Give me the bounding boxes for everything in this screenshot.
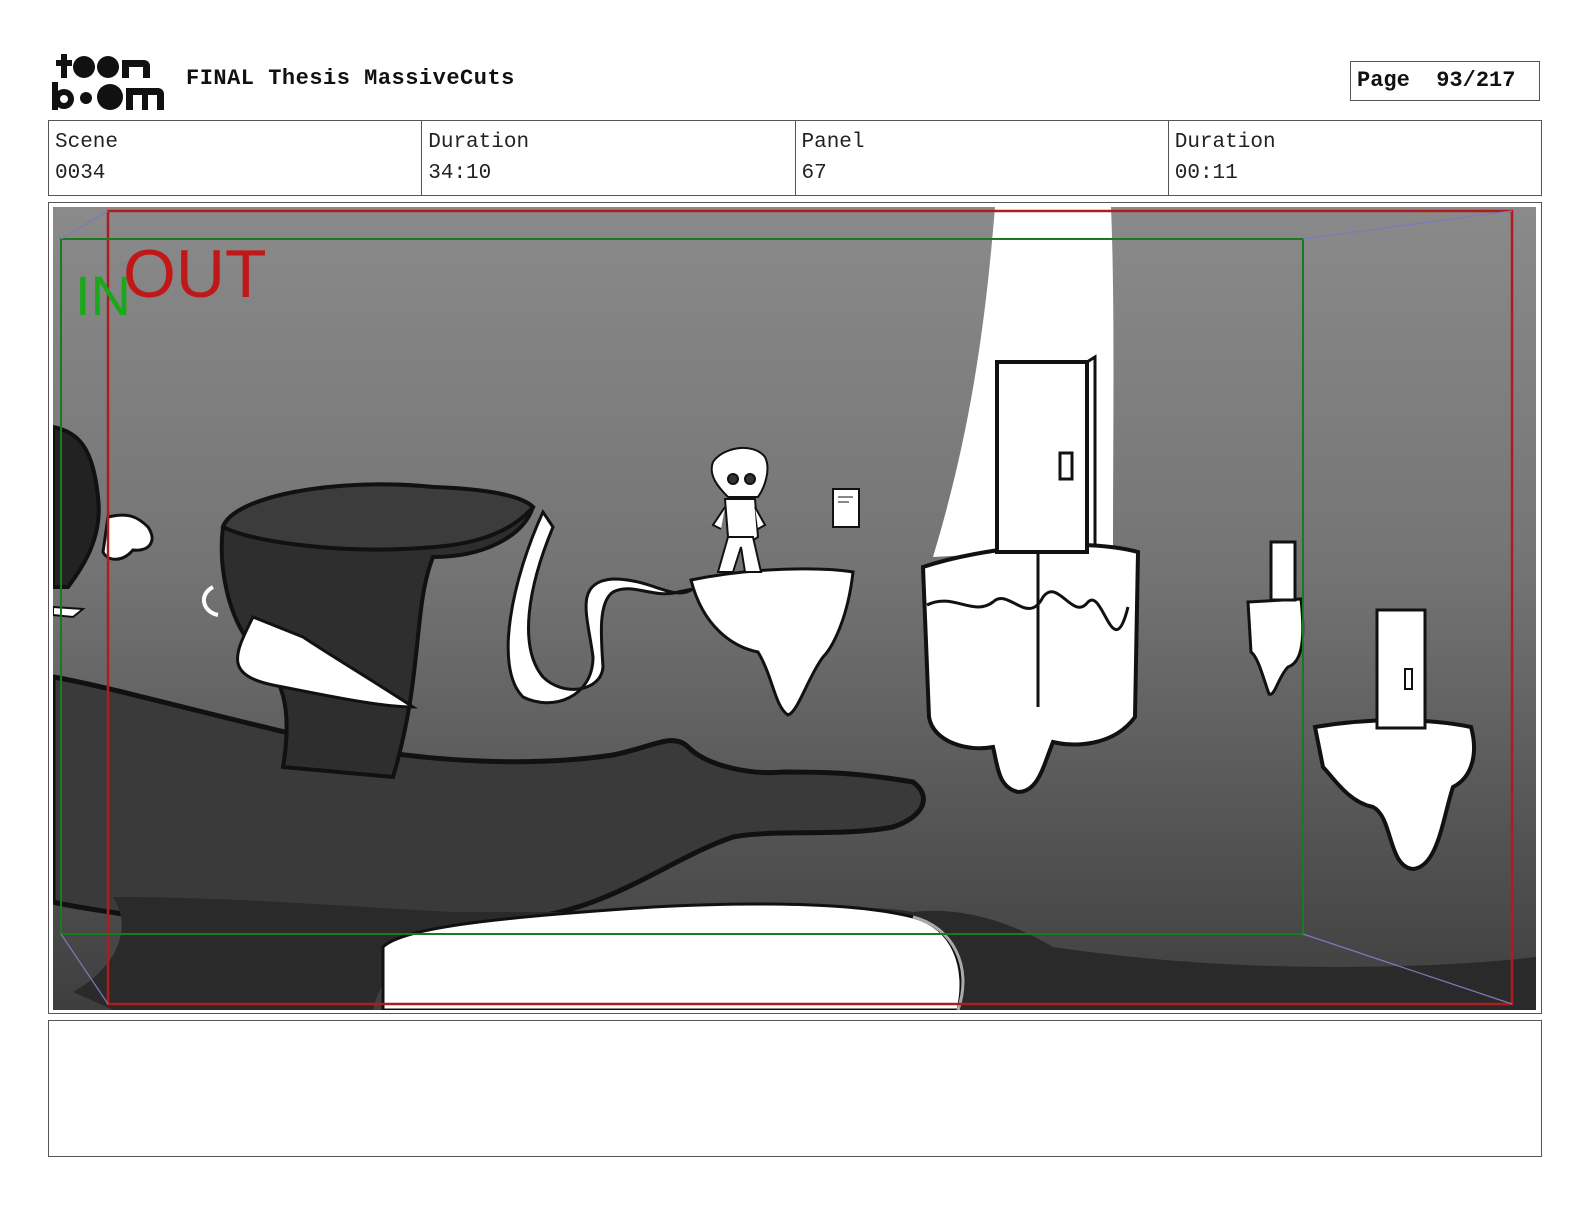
panel-duration-value: 00:11: [1174, 162, 1238, 185]
page-value: 93/217: [1436, 68, 1516, 93]
scene-duration-value: 34:10: [428, 162, 492, 185]
scene-duration-label: Duration: [428, 131, 530, 154]
panel-notes-box: [48, 1020, 1542, 1157]
scene-label: Scene: [55, 131, 119, 154]
scene-info-table: Scene 0034 Duration 34:10 Panel 67 Durat…: [48, 120, 1542, 196]
scene-cell: Scene 0034: [49, 121, 423, 195]
panel-duration-cell: Duration 00:11: [1169, 121, 1541, 195]
toon-boom-logo: [52, 54, 164, 110]
panel-value: 67: [801, 162, 827, 185]
panel-duration-label: Duration: [1174, 131, 1276, 154]
scene-duration-cell: Duration 34:10: [422, 121, 796, 195]
project-title: FINAL Thesis MassiveCuts: [186, 66, 515, 91]
page-label: Page: [1357, 68, 1410, 93]
panel-label: Panel: [801, 131, 865, 154]
panel-cell: Panel 67: [796, 121, 1169, 195]
out-label: OUT: [123, 236, 267, 312]
storyboard-panel-frame: IN OUT: [48, 202, 1542, 1014]
scene-value: 0034: [55, 162, 106, 185]
page-indicator: Page 93/217: [1350, 61, 1540, 101]
panel-drawing: IN OUT: [53, 207, 1536, 1010]
floating-book: [832, 488, 860, 528]
